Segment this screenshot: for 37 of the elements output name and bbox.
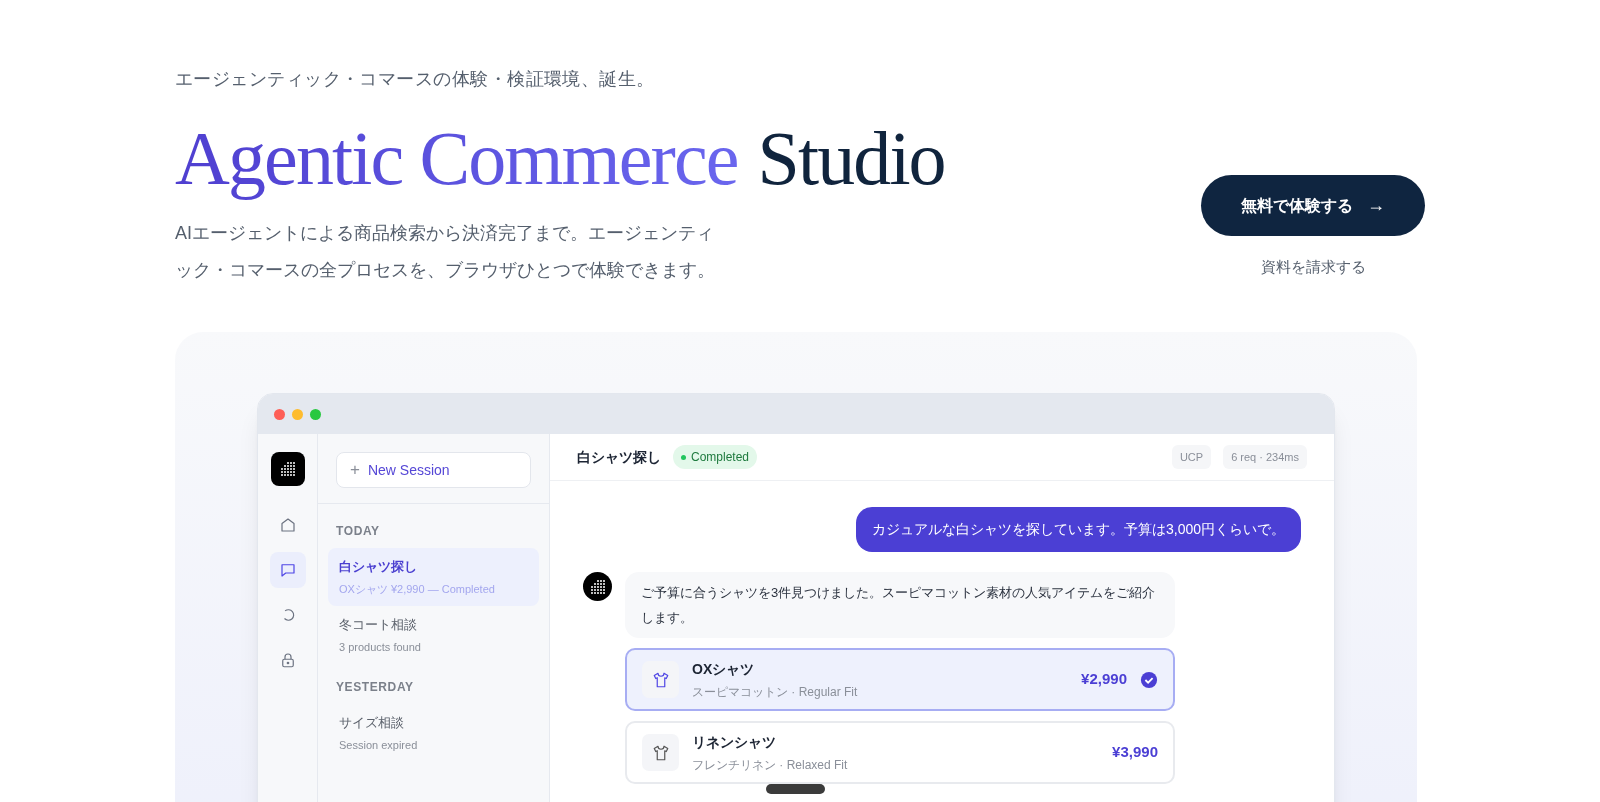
product-price: ¥2,990 (1081, 669, 1127, 690)
t-shirt-icon (651, 743, 670, 762)
status-badge: Completed (673, 445, 758, 469)
new-session-button[interactable]: + New Session (336, 452, 531, 488)
product-detail: スーピマコットン · Regular Fit (692, 683, 859, 701)
agent-message: ご予算に合うシャツを3件見つけました。スーピマコットン素材の人気アイテムをご紹介します。 (625, 572, 1175, 638)
session-item[interactable]: 白シャツ探し OXシャツ ¥2,990 — Completed (328, 548, 539, 606)
product-name: OXシャツ (692, 659, 756, 679)
section-heading: TODAY (335, 523, 381, 540)
check-icon (1140, 670, 1158, 689)
agent-avatar-icon (583, 572, 612, 601)
window-control-icon[interactable] (310, 408, 321, 420)
scroll-handle[interactable] (766, 784, 825, 794)
page-title: Studio (757, 115, 945, 202)
product-detail: フレンチリネン · Relaxed Fit (692, 756, 849, 774)
chat-icon (278, 561, 297, 579)
chat-button[interactable] (269, 552, 306, 588)
product-card[interactable]: リネンシャツ フレンチリネン · Relaxed Fit ¥3,990 (625, 721, 1175, 784)
t-shirt-icon (651, 670, 670, 689)
session-title: 白シャツ探し (577, 447, 661, 467)
product-name: リネンシャツ (692, 732, 777, 752)
section-heading: YESTERDAY (335, 679, 415, 696)
tagline: エージェンティック・コマースの体験・検証環境、誕生。 (175, 68, 656, 91)
session-item[interactable]: 冬コート相談 3 products found (328, 606, 539, 664)
window-control-icon[interactable] (274, 408, 285, 420)
description: AIエージェントによる商品検索から決済完了まで。エージェンティック・コマースの全プロセスを、ブラウザひとつで体験できます。 (175, 222, 716, 282)
home-icon (278, 516, 297, 534)
product-card[interactable]: OXシャツ スーピマコットン · Regular Fit ¥2,990 (625, 648, 1175, 711)
info-tag: UCP (1171, 444, 1212, 470)
request-materials-link[interactable]: 資料を請求する (1260, 256, 1366, 279)
free-trial-button[interactable]: 無料で体験する → (1201, 175, 1425, 236)
info-tag: 6 req · 234ms (1223, 444, 1307, 470)
user-message: カジュアルな白シャツを探しています。予算は3,000円くらいで。 (855, 507, 1301, 552)
session-item[interactable]: サイズ相談 Session expired (328, 704, 539, 762)
window-control-icon[interactable] (292, 408, 303, 420)
product-price: ¥3,990 (1112, 742, 1158, 763)
app-logo-icon (270, 452, 305, 486)
